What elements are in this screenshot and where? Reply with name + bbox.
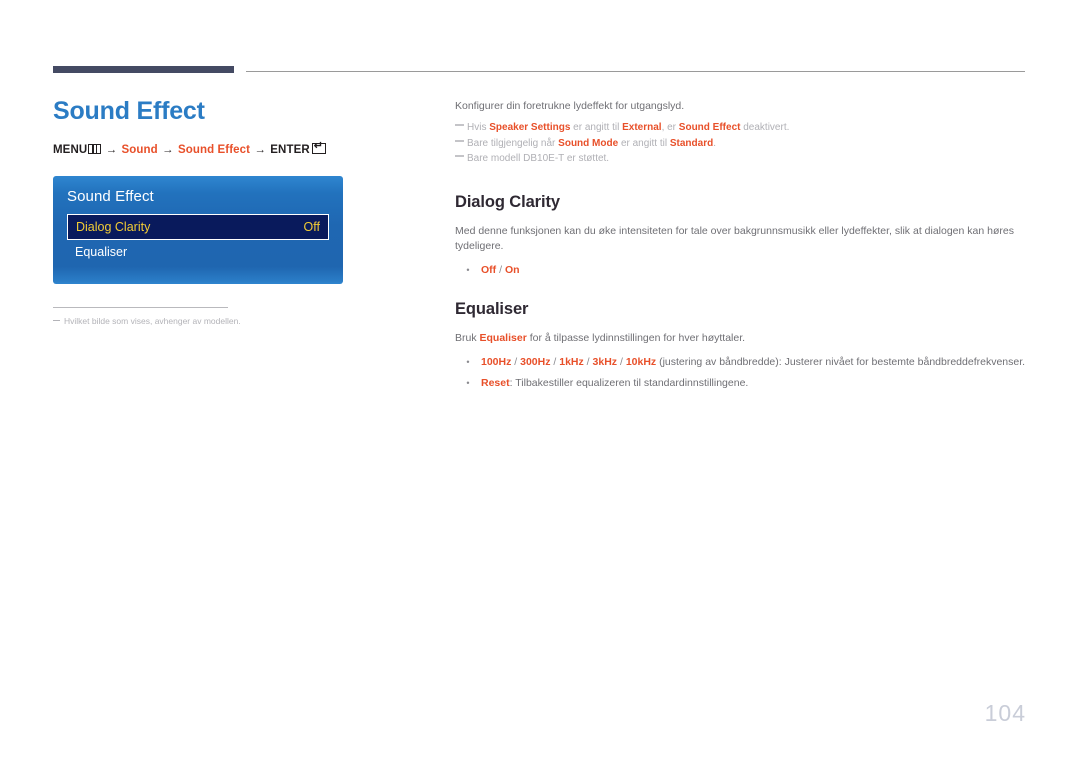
caption-note: Hvilket bilde som vises, avhenger av mod… <box>53 316 413 326</box>
osd-row-equaliser[interactable]: Equaliser <box>67 240 329 264</box>
section-equaliser-para-part-0: Bruk <box>455 331 480 344</box>
intro-note-0-emphasis-3: External <box>622 122 662 133</box>
intro-note-0-part-2: er angitt til <box>570 122 623 133</box>
intro-note-2-part-0: Bare modell DB10E-T er støttet. <box>467 153 610 164</box>
intro-text: Konfigurer din foretrukne lydeffekt for … <box>455 100 685 112</box>
breadcrumb-enter-label: ENTER <box>270 144 310 156</box>
breadcrumb-step-sound: Sound <box>121 144 158 156</box>
caption-note-text: Hvilket bilde som vises, avhenger av mod… <box>64 316 241 327</box>
osd-panel-title: Sound Effect <box>67 188 154 205</box>
breadcrumb-step-sound-effect: Sound Effect <box>177 144 251 156</box>
right-column: Konfigurer din foretrukne lydeffekt for … <box>455 99 1027 391</box>
section-equaliser-bullet-1-part-1: : Tilbakestiller equalizeren til standar… <box>509 376 749 389</box>
section-dialog-clarity-bullet-0-part-0: Off <box>481 264 496 276</box>
section-equaliser-bullet-0-part-7: / <box>617 355 626 368</box>
intro-note-0-part-0: Hvis <box>467 122 490 133</box>
intro-note-0: Hvis Speaker Settings er angitt til Exte… <box>455 120 1027 136</box>
section-equaliser-bullet-0-emphasis-2: 300Hz <box>520 355 551 368</box>
breadcrumb: MENU → Sound → Sound Effect → ENTER <box>53 141 413 156</box>
header-rule-thin <box>246 71 1025 72</box>
intro-note-0-emphasis-5: Sound Effect <box>678 122 741 133</box>
section-equaliser-para-part-1: Equaliser <box>480 332 527 344</box>
section-equaliser-bullet-1-part-0: Reset <box>481 377 510 389</box>
section-equaliser-bullet-0-emphasis-4: 1kHz <box>559 355 584 368</box>
osd-row-list: Dialog Clarity Off Equaliser <box>67 214 329 264</box>
bullet-text: 100Hz / 300Hz / 1kHz / 3kHz / 10kHz (jus… <box>481 355 1027 370</box>
intro-note-list: Hvis Speaker Settings er angitt til Exte… <box>455 120 1027 167</box>
section-equaliser-bullet-0: • 100Hz / 300Hz / 1kHz / 3kHz / 10kHz (ju… <box>455 355 1027 370</box>
intro-note-0-part-6: deaktivert. <box>740 122 790 133</box>
intro-note-2: Bare modell DB10E-T er støttet. <box>455 151 1027 167</box>
intro-note-0-part-5: Sound Effect <box>679 122 741 133</box>
section-equaliser-bullet-0-part-4: 1kHz <box>559 356 584 368</box>
section-dialog-clarity-bullet-0-part-1: / <box>496 263 505 276</box>
page-number: 104 <box>984 700 1026 726</box>
intro-note-1-part-2: er angitt til <box>618 137 670 149</box>
bullet-dot-icon: • <box>466 264 470 275</box>
osd-menu-panel: Sound Effect Dialog Clarity Off Equaliser <box>53 176 343 284</box>
section-dialog-clarity-bullet-0-emphasis-0: Off <box>481 263 497 276</box>
section-dialog-clarity-bullet-0: • Off / On <box>455 263 1027 278</box>
section-equaliser-bullet-0-part-5: / <box>583 355 593 368</box>
breadcrumb-arrow-3: → <box>254 144 266 156</box>
section-equaliser-para-emphasis-1: Equaliser <box>479 331 527 344</box>
note-dash-icon <box>455 124 464 126</box>
left-column: Sound Effect MENU → Sound → Sound Effect… <box>53 96 413 326</box>
intro-note-1-part-0: Bare tilgjengelig når <box>467 137 559 149</box>
section-dialog-clarity-bullet-0-emphasis-2: On <box>504 263 520 276</box>
section-equaliser-bullet-0-emphasis-8: 10kHz <box>625 355 657 368</box>
intro-note-1-part-3: Standard <box>670 138 713 149</box>
sections-container: Dialog Clarity Med denne funksjonen kan d… <box>455 193 1027 391</box>
section-equaliser-bullet-0-part-9: (justering av båndbredde): Justerer nivå… <box>656 355 1026 368</box>
intro-note-0-emphasis-1: Speaker Settings <box>489 122 571 133</box>
osd-row-dialog-clarity[interactable]: Dialog Clarity Off <box>67 214 329 240</box>
intro-note-1: Bare tilgjengelig når Sound Mode er angi… <box>455 136 1027 152</box>
intro-note-1-emphasis-3: Standard <box>669 137 714 149</box>
section-equaliser-bullet-0-emphasis-6: 3kHz <box>592 355 618 368</box>
section-equaliser-para-part-2: for å tilpasse lydinnstillingen for hver… <box>526 331 746 344</box>
bullet-dot-icon: • <box>466 377 470 388</box>
enter-key-icon <box>311 141 326 154</box>
page-title: Sound Effect <box>53 97 205 125</box>
osd-row-value: Off <box>303 220 320 234</box>
header-rule-accent <box>53 66 234 73</box>
breadcrumb-arrow-2: → <box>162 144 174 156</box>
header-rules <box>0 66 1080 76</box>
intro-note-0-part-4: , er <box>661 122 679 133</box>
intro-note-1-part-4: . <box>713 137 716 149</box>
section-equaliser-bullet-0-part-8: 10kHz <box>626 356 656 368</box>
intro-note-0-part-3: External <box>622 122 661 133</box>
caption-divider <box>53 307 228 309</box>
bullet-text: Reset: Tilbakestiller equalizeren til st… <box>481 376 1027 391</box>
bullet-text: Off / On <box>481 263 1027 278</box>
section-equaliser-bullet-1: • Reset: Tilbakestiller equalizeren til s… <box>455 376 1027 391</box>
osd-row-label: Equaliser <box>75 245 128 259</box>
section-equaliser-bullet-1-emphasis-0: Reset <box>481 376 510 389</box>
intro-note-1-emphasis-1: Sound Mode <box>558 137 619 149</box>
section-equaliser-bullet-0-part-0: 100Hz <box>481 356 511 368</box>
section-heading-dialog-clarity: Dialog Clarity <box>455 192 560 211</box>
section-dialog-clarity-bullet-0-part-2: On <box>505 264 520 276</box>
note-dash-icon <box>455 155 464 157</box>
section-equaliser-bullet-0-part-2: 300Hz <box>520 356 550 368</box>
menu-bars-icon <box>88 144 102 154</box>
intro-note-0-part-1: Speaker Settings <box>489 122 570 133</box>
section-equaliser-bullet-0-emphasis-0: 100Hz <box>481 355 512 368</box>
section-paragraph-equaliser: Bruk Equaliser for å tilpasse lydinnstil… <box>455 331 1027 346</box>
section-equaliser-bullet-0-part-1: / <box>511 355 521 368</box>
note-dash-icon <box>455 139 464 142</box>
section-equaliser-bullet-0-part-6: 3kHz <box>593 356 618 368</box>
breadcrumb-arrow-1: → <box>105 144 118 156</box>
breadcrumb-menu-label: MENU <box>53 144 88 156</box>
intro-note-1-part-1: Sound Mode <box>558 138 618 149</box>
osd-row-label: Dialog Clarity <box>76 220 151 234</box>
section-equaliser-bullet-0-part-3: / <box>550 355 560 368</box>
caption-dash-icon <box>53 320 60 322</box>
section-paragraph-dialog-clarity: Med denne funksjonen kan du øke intensit… <box>455 224 1014 252</box>
bullet-dot-icon: • <box>466 356 470 367</box>
section-heading-equaliser: Equaliser <box>455 299 529 318</box>
